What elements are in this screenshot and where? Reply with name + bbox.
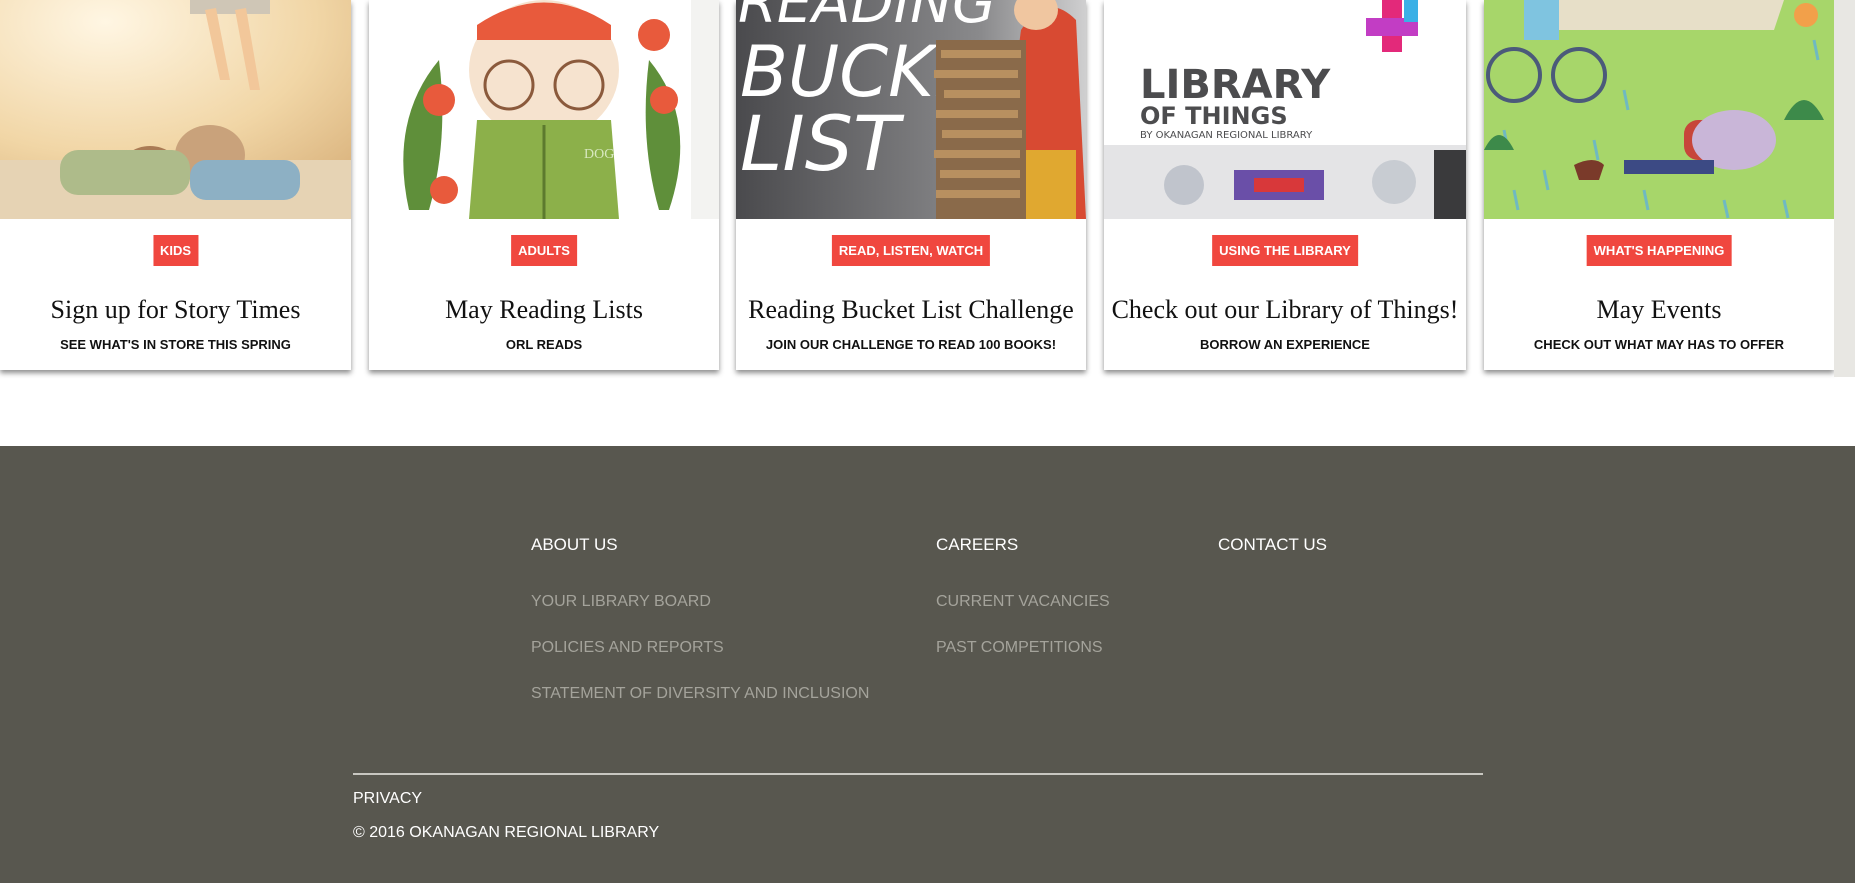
card-title[interactable]: Sign up for Story Times: [0, 290, 357, 330]
footer-heading-contact-us[interactable]: CONTACT US: [1218, 535, 1327, 555]
card-library-of-things[interactable]: LIBRARY OF THINGS BY OKANAGAN REGIONAL L…: [1104, 0, 1466, 370]
card-subtitle: JOIN OUR CHALLENGE TO READ 100 BOOKS!: [765, 337, 1057, 352]
footer-link-diversity-inclusion[interactable]: STATEMENT OF DIVERSITY AND INCLUSION: [531, 685, 869, 703]
category-badge[interactable]: WHAT'S HAPPENING: [1586, 235, 1732, 266]
footer-link-policies-reports[interactable]: POLICIES AND REPORTS: [531, 639, 724, 657]
card-image-bucket-list[interactable]: READING BUCKET LIST: [736, 0, 1086, 219]
card-image-library-of-things[interactable]: LIBRARY OF THINGS BY OKANAGAN REGIONAL L…: [1104, 0, 1466, 219]
bucket-list-word-3: LIST: [740, 99, 905, 188]
footer-link-current-vacancies[interactable]: CURRENT VACANCIES: [936, 593, 1110, 611]
card-title[interactable]: Reading Bucket List Challenge: [730, 290, 1092, 330]
category-badge[interactable]: KIDS: [152, 235, 199, 266]
card-title[interactable]: Check out our Library of Things!: [1098, 290, 1472, 330]
card-reading-lists[interactable]: DOG ADULTS May Reading Lists ORL READS: [369, 0, 719, 370]
footer-link-privacy[interactable]: PRIVACY: [353, 790, 422, 808]
card-image-kids-reading[interactable]: [0, 0, 351, 219]
category-badge[interactable]: ADULTS: [511, 235, 577, 266]
footer-link-past-competitions[interactable]: PAST COMPETITIONS: [936, 639, 1103, 657]
site-footer: ABOUT US YOUR LIBRARY BOARD POLICIES AND…: [0, 446, 1855, 883]
category-badge[interactable]: READ, LISTEN, WATCH: [831, 235, 991, 266]
category-badge[interactable]: USING THE LIBRARY: [1212, 235, 1358, 266]
card-subtitle: CHECK OUT WHAT MAY HAS TO OFFER: [1533, 337, 1785, 352]
card-subtitle: BORROW AN EXPERIENCE: [1200, 337, 1370, 352]
card-title[interactable]: May Reading Lists: [363, 290, 725, 330]
footer-heading-about-us[interactable]: ABOUT US: [531, 535, 618, 555]
library-of-things-subword: OF THINGS: [1140, 102, 1288, 130]
feature-cards-section: KIDS Sign up for Story Times SEE WHAT'S …: [0, 0, 1855, 377]
card-image-events-illustration[interactable]: [1484, 0, 1834, 219]
card-story-times[interactable]: KIDS Sign up for Story Times SEE WHAT'S …: [0, 0, 351, 370]
footer-heading-careers[interactable]: CAREERS: [936, 535, 1018, 555]
card-title[interactable]: May Events: [1478, 290, 1840, 330]
page-edge-strip: [1834, 0, 1855, 377]
footer-divider: [353, 773, 1483, 775]
card-reading-bucket-list[interactable]: READING BUCKET LIST READ, LISTEN, WATCH …: [736, 0, 1086, 370]
library-of-things-credit: BY OKANAGAN REGIONAL LIBRARY: [1140, 130, 1313, 141]
card-subtitle: SEE WHAT'S IN STORE THIS SPRING: [60, 337, 291, 352]
book-dog-text: DOG: [584, 147, 614, 162]
card-subtitle: ORL READS: [505, 337, 583, 352]
footer-copyright: © 2016 OKANAGAN REGIONAL LIBRARY: [353, 824, 660, 841]
card-image-cat-reading[interactable]: DOG: [369, 0, 719, 219]
card-may-events[interactable]: WHAT'S HAPPENING May Events CHECK OUT WH…: [1484, 0, 1834, 370]
footer-link-library-board[interactable]: YOUR LIBRARY BOARD: [531, 593, 711, 611]
